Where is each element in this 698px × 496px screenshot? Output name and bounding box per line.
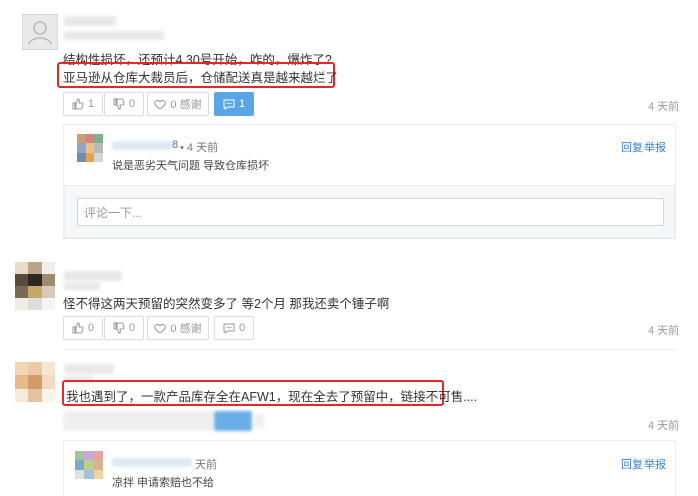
- avatar[interactable]: [77, 134, 103, 162]
- dislike-button[interactable]: 0: [104, 316, 144, 340]
- comment-text-line2: 亚马逊从仓库大裁员后，仓储配送真是越来越烂了: [63, 71, 339, 85]
- reply-time: 天前: [195, 459, 217, 471]
- reply-text: 凉拌 申请索赔也不给: [112, 477, 215, 489]
- report-link[interactable]: 举报: [644, 139, 666, 155]
- divider: [63, 349, 676, 350]
- username-blurred[interactable]: [64, 364, 114, 374]
- replies-count: 1: [238, 98, 246, 110]
- reply-time: • 4 天前: [180, 142, 219, 154]
- like-count: 0: [87, 322, 95, 334]
- report-link[interactable]: 举报: [644, 456, 666, 472]
- like-button[interactable]: 0: [63, 316, 103, 340]
- like-button[interactable]: 1: [63, 92, 103, 116]
- avatar[interactable]: [15, 262, 55, 310]
- reply-input[interactable]: 评论一下...: [77, 198, 664, 226]
- actions-blurred: [63, 411, 213, 431]
- thumb-up-icon: [72, 322, 84, 334]
- thumb-down-icon: [113, 98, 125, 110]
- reply-username-blurred[interactable]: [112, 458, 192, 467]
- reply-text: 说是恶劣天气问题 导致仓库损坏: [112, 160, 270, 172]
- comment-text: 我也遇到了，一款产品库存全在AFW1，现在全去了预留中，链接不可售....: [66, 390, 478, 404]
- like-count: 1: [87, 98, 95, 110]
- user-icon: [28, 21, 52, 45]
- replies-count: 0: [238, 322, 246, 334]
- dislike-count: 0: [128, 322, 136, 334]
- avatar[interactable]: [15, 362, 55, 402]
- thumb-down-icon: [113, 322, 125, 334]
- dislike-count: 0: [128, 98, 136, 110]
- replies-button[interactable]: 0: [214, 316, 254, 340]
- thanks-button[interactable]: 0 感谢: [147, 92, 209, 116]
- reply-link[interactable]: 回复: [621, 139, 643, 155]
- thumb-up-icon: [72, 98, 84, 110]
- heart-icon: [154, 99, 167, 110]
- avatar[interactable]: [22, 14, 58, 50]
- reply-link[interactable]: 回复: [621, 456, 643, 472]
- reply-username-blurred[interactable]: [112, 141, 172, 150]
- heart-icon: [154, 323, 167, 334]
- replies-button[interactable]: 1: [214, 92, 254, 116]
- comment-time: 4 天前: [648, 325, 680, 337]
- replies-button-blurred[interactable]: [214, 411, 252, 431]
- actions-blurred: [254, 414, 264, 428]
- comment-text: 怪不得这两天预留的突然变多了 等2个月 那我还卖个锤子啊: [63, 297, 390, 311]
- user-meta-blurred: [64, 31, 164, 40]
- comment-icon: [223, 99, 235, 110]
- username-blurred[interactable]: [64, 16, 116, 26]
- comment-time: 4 天前: [648, 420, 680, 432]
- reply-input-placeholder: 评论一下...: [84, 205, 143, 220]
- thanks-button[interactable]: 0 感谢: [147, 316, 209, 340]
- user-meta-blurred: [64, 282, 100, 290]
- avatar[interactable]: [75, 451, 103, 479]
- dislike-button[interactable]: 0: [104, 92, 144, 116]
- thanks-count: 0 感谢: [170, 323, 202, 335]
- comment-icon: [223, 323, 235, 334]
- username-blurred[interactable]: [64, 271, 122, 281]
- reply-username-suffix: 8: [172, 139, 179, 151]
- thanks-count: 0 感谢: [170, 99, 202, 111]
- comment-time: 4 天前: [648, 101, 680, 113]
